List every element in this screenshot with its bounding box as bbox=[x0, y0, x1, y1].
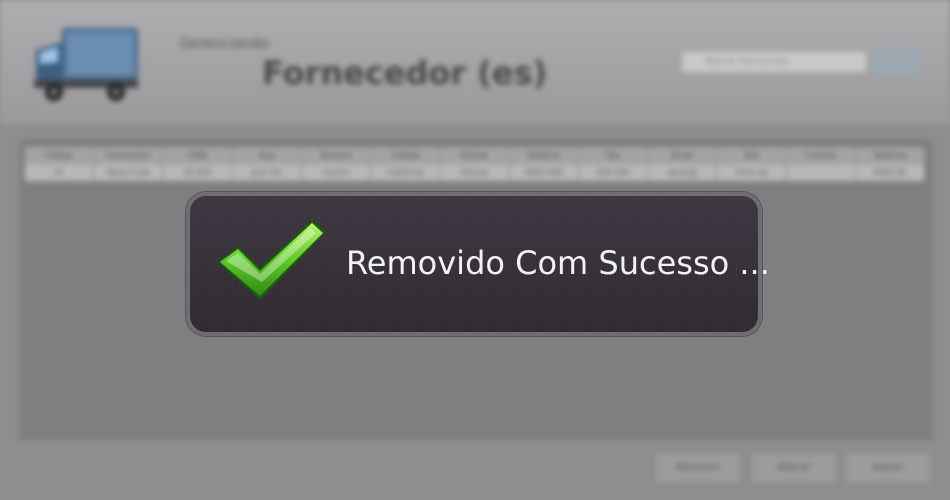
search-input[interactable]: Buscar Fornecedor bbox=[682, 52, 866, 72]
column-header[interactable]: Estado bbox=[440, 147, 510, 165]
header: Gerenciando Fornecedor (es) Buscar Forne… bbox=[0, 0, 950, 124]
table-row[interactable]: 01 Apolo Ltda 00.000 Jose Fer Centro Cal… bbox=[25, 165, 926, 181]
column-header[interactable]: CNPJ bbox=[163, 147, 233, 165]
table-cell: 000-000 bbox=[579, 165, 649, 181]
column-header[interactable]: Site bbox=[717, 147, 787, 165]
column-header[interactable]: Contato bbox=[787, 147, 856, 165]
column-header[interactable]: Número bbox=[302, 147, 372, 165]
table-cell: 0000-00 bbox=[856, 165, 926, 181]
table-cell: Apolo Ltda bbox=[94, 165, 164, 181]
table-cell: apolo@ bbox=[648, 165, 718, 181]
table-cell bbox=[787, 165, 856, 181]
page-title: Fornecedor (es) bbox=[262, 54, 548, 92]
table-cell: 01 bbox=[25, 165, 95, 181]
truck-icon bbox=[34, 28, 138, 101]
remove-button[interactable]: Remover bbox=[656, 454, 740, 482]
table-cell: Paraná bbox=[440, 165, 510, 181]
table-cell: 00.000 bbox=[163, 165, 233, 181]
app-window: Gerenciando Fornecedor (es) Buscar Forne… bbox=[0, 0, 950, 500]
column-header[interactable]: Fax bbox=[579, 147, 649, 165]
header-subtitle: Gerenciando bbox=[180, 36, 269, 52]
column-header[interactable]: Rua bbox=[233, 147, 302, 165]
save-button[interactable]: Salvar bbox=[846, 454, 930, 482]
column-header[interactable]: Telefone bbox=[856, 147, 926, 165]
search-button[interactable] bbox=[872, 50, 922, 74]
table-cell: Centro bbox=[302, 165, 372, 181]
success-toast: Removido Com Sucesso ... bbox=[186, 192, 770, 336]
check-icon bbox=[218, 220, 326, 300]
column-header[interactable]: Código bbox=[25, 147, 95, 165]
table-cell: Ferm ap bbox=[717, 165, 787, 181]
column-header[interactable]: Telefone bbox=[510, 147, 579, 165]
table-cell: Jose Fer bbox=[233, 165, 302, 181]
column-header[interactable]: Email bbox=[648, 147, 718, 165]
column-header[interactable]: Fornecedor bbox=[94, 147, 164, 165]
table-cell: Califórnia bbox=[371, 165, 441, 181]
table-header: Código Fornecedor CNPJ Rua Número Cidade… bbox=[25, 147, 926, 165]
column-header[interactable]: Cidade bbox=[371, 147, 441, 165]
edit-button[interactable]: Alterar bbox=[752, 454, 836, 482]
table-cell: 0000-000 bbox=[510, 165, 579, 181]
toast-message: Removido Com Sucesso ... bbox=[346, 244, 770, 282]
